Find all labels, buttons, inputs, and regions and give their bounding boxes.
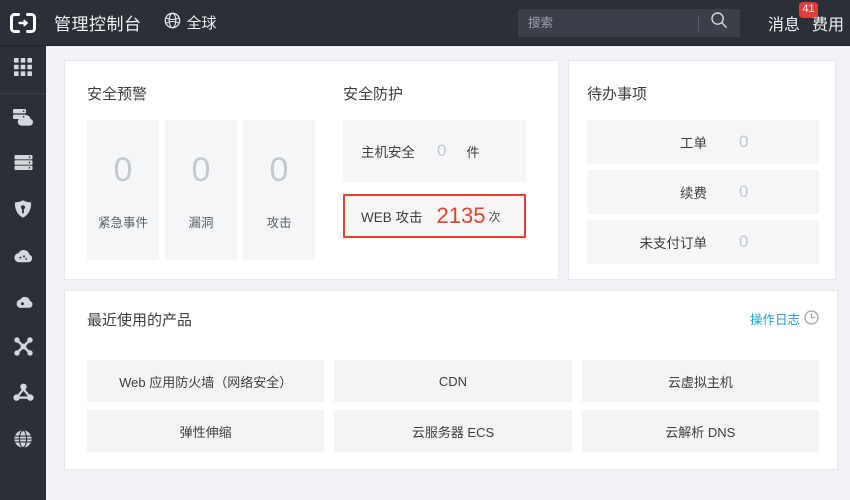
search-button[interactable] [699, 9, 739, 37]
sidebar-item-elastic-compute[interactable] [0, 96, 46, 142]
top-cards-row: 安全预警 0 紧急事件 0 漏洞 0 攻击 安全防护 主机安全 0 件 WEB … [64, 60, 836, 280]
alert-label: 紧急事件 [97, 215, 148, 230]
todo-card: 待办事项 工单 0 续费 0 未支付订单 0 [568, 60, 836, 280]
security-alert-title: 安全预警 [87, 86, 148, 103]
alert-value: 0 [269, 150, 289, 189]
search-input[interactable] [517, 9, 698, 36]
protection-unit: 次 [488, 209, 501, 224]
security-protection-section: 安全防护 主机安全 0 件 WEB 攻击 2135 次 [343, 83, 538, 279]
sidebar-item-database[interactable] [0, 142, 46, 188]
sidebar-item-network[interactable] [0, 326, 46, 372]
todo-label: 续费 [680, 186, 707, 201]
todo-row-unpaid-orders[interactable]: 未支付订单 0 [587, 220, 819, 264]
region-label: 全球 [186, 15, 217, 32]
alert-value: 0 [191, 150, 211, 189]
recent-products-card: 最近使用的产品 操作日志 Web 应用防火墙（网络安全） CDN 云虚拟主机 弹… [64, 290, 838, 470]
clock-icon [804, 309, 819, 328]
nav-billing-label: 费用 [811, 16, 844, 34]
protection-label: WEB 攻击 [361, 210, 423, 225]
operation-log-link[interactable]: 操作日志 [750, 309, 819, 328]
product-tile[interactable]: 弹性伸缩 [87, 410, 325, 452]
link-bracket-logo-icon [10, 12, 36, 33]
product-tile[interactable]: Web 应用防火墙（网络安全） [87, 360, 325, 402]
cloud-disk-icon [13, 292, 34, 315]
product-tile[interactable]: 云服务器 ECS [334, 410, 572, 452]
alert-tile-attack[interactable]: 0 攻击 [243, 120, 315, 260]
protection-unit: 件 [466, 144, 480, 160]
nav-messages-label: 消息 [767, 16, 800, 34]
server-cloud-icon [12, 107, 34, 132]
protection-row-host-security[interactable]: 主机安全 0 件 [343, 120, 526, 182]
operation-log-label: 操作日志 [749, 313, 800, 327]
product-tile[interactable]: CDN [334, 360, 572, 402]
alert-tile-vulnerability[interactable]: 0 漏洞 [165, 120, 237, 260]
brand-logo[interactable] [0, 0, 46, 46]
security-card: 安全预警 0 紧急事件 0 漏洞 0 攻击 安全防护 主机安全 0 件 WEB … [64, 60, 559, 280]
share-nodes-icon [12, 383, 34, 407]
nav-messages[interactable]: 消息 41 [762, 1, 818, 35]
console-page: 管理控制台 全球 搜索 消息 41 费用 安全预警 0 紧急事件 0 漏洞 0 … [0, 0, 850, 500]
recent-products-grid: Web 应用防火墙（网络安全） CDN 云虚拟主机 弹性伸缩 云服务器 ECS … [87, 360, 819, 452]
globe-grid-icon [13, 429, 33, 454]
search-icon [710, 11, 728, 34]
cloud-icon [12, 246, 34, 269]
alert-label: 漏洞 [188, 215, 214, 230]
security-alert-tiles: 0 紧急事件 0 漏洞 0 攻击 [87, 120, 317, 260]
alert-label: 攻击 [266, 215, 292, 230]
product-tile[interactable]: 云解析 DNS [581, 410, 819, 452]
shield-icon [13, 199, 33, 224]
recent-products-header: 最近使用的产品 操作日志 [87, 309, 819, 346]
alert-value: 0 [113, 150, 133, 189]
database-icon [13, 153, 34, 177]
protection-value: 2135 [436, 203, 486, 228]
todo-value: 0 [739, 132, 749, 151]
grid-apps-icon [13, 57, 33, 82]
sidebar-item-apps[interactable] [0, 46, 46, 94]
sidebar-item-storage[interactable] [0, 280, 46, 326]
sidebar-item-domain[interactable] [0, 418, 46, 464]
protection-row-web-attack[interactable]: WEB 攻击 2135 次 [343, 194, 526, 238]
todo-label: 未支付订单 [639, 236, 708, 251]
todo-row-tickets[interactable]: 工单 0 [587, 120, 819, 164]
recent-products-title: 最近使用的产品 [87, 312, 193, 329]
top-header: 管理控制台 全球 搜索 消息 41 费用 [0, 0, 850, 46]
globe-icon [164, 12, 181, 34]
sidebar-item-cloud[interactable] [0, 234, 46, 280]
todo-value: 0 [739, 182, 749, 201]
network-cross-icon [13, 336, 34, 362]
security-protection-title: 安全防护 [343, 86, 404, 103]
sidebar-item-security[interactable] [0, 188, 46, 234]
alert-tile-urgent-event[interactable]: 0 紧急事件 [87, 120, 159, 260]
todo-value: 0 [739, 232, 749, 251]
security-alert-section: 安全预警 0 紧急事件 0 漏洞 0 攻击 [87, 83, 317, 279]
todo-row-renewal[interactable]: 续费 0 [587, 170, 819, 214]
console-title[interactable]: 管理控制台 [54, 10, 142, 35]
todo-title: 待办事项 [587, 86, 648, 103]
nav-billing[interactable]: 费用 [806, 11, 850, 35]
sidebar-item-nodes[interactable] [0, 372, 46, 418]
protection-value: 0 [437, 141, 447, 160]
main-content: 安全预警 0 紧急事件 0 漏洞 0 攻击 安全防护 主机安全 0 件 WEB … [46, 46, 850, 500]
header-nav: 消息 41 费用 [762, 1, 850, 35]
todo-label: 工单 [680, 136, 707, 151]
product-tile[interactable]: 云虚拟主机 [581, 360, 819, 402]
protection-label: 主机安全 [361, 145, 415, 160]
left-sidebar [0, 46, 46, 500]
search-box[interactable] [517, 8, 740, 37]
region-selector[interactable]: 全球 [164, 12, 217, 34]
